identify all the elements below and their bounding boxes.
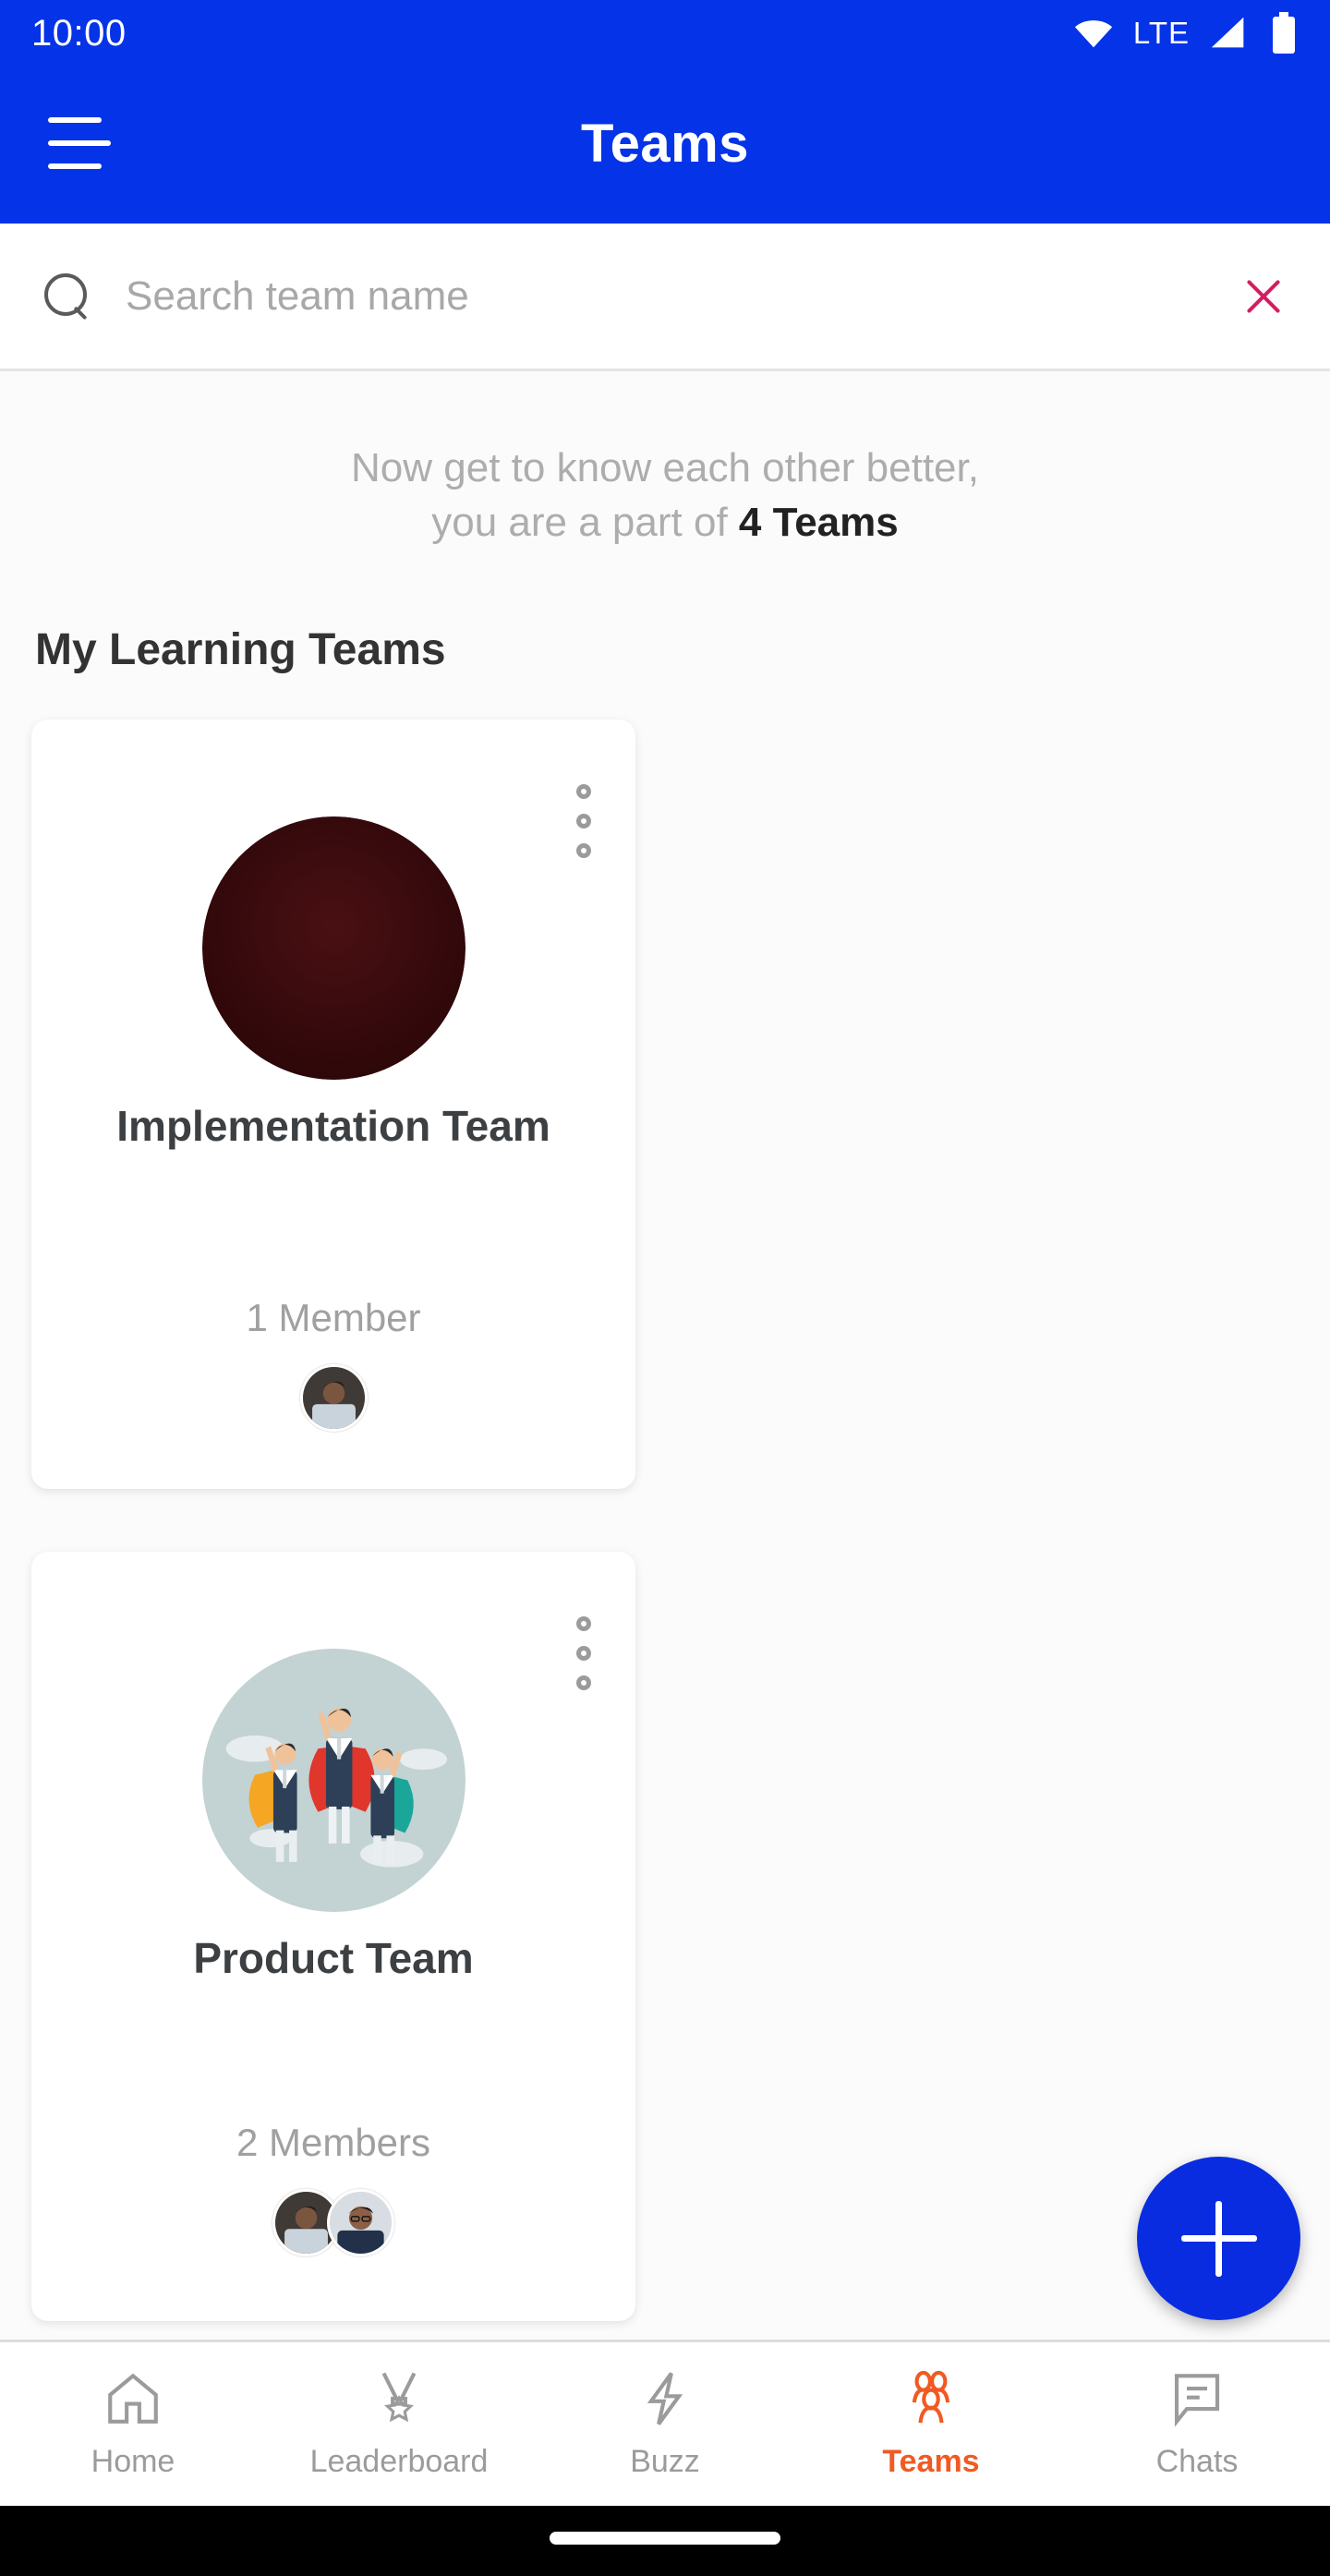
avatar [327,2188,394,2256]
team-members-block: 2 Members [31,2121,635,2314]
tagline-line-2-prefix: you are a part of [431,500,739,546]
medal-icon [381,2372,417,2423]
kebab-dot [576,1675,591,1690]
app-screen: 10:00 LTE Teams Search team name Now get… [0,0,1330,2576]
member-avatars[interactable] [31,2188,635,2256]
kebab-dot [576,842,591,858]
team-logo-image [201,816,466,1080]
kebab-dot [576,813,591,828]
close-icon[interactable] [1238,271,1289,322]
kebab-menu-icon[interactable] [576,1615,591,1690]
search-icon [41,271,92,322]
team-name: Product Team [193,1933,474,1982]
home-icon [108,2373,158,2424]
bottom-navigation: Home Leaderboard Buzz Teams Chats [0,2340,1330,2506]
team-card[interactable]: Implementation Team 1 Member [31,719,635,1489]
avatar-image [302,1366,365,1429]
teams-grid: Implementation Team 1 Member Product Tea… [0,719,1330,2340]
nav-item-chats[interactable]: Chats [1064,2368,1330,2480]
wifi-icon [1074,20,1113,48]
nav-item-buzz[interactable]: Buzz [532,2368,798,2480]
tagline: Now get to know each other better, you a… [0,441,1330,550]
nav-item-teams[interactable]: Teams [798,2368,1064,2480]
network-type-label: LTE [1132,16,1190,50]
lightning-icon [647,2372,683,2425]
battery-icon [1273,12,1295,54]
main-content: Now get to know each other better, you a… [0,374,1330,2340]
member-count: 1 Member [246,1295,421,1339]
people-icon [912,2370,950,2424]
app-bar: Teams [0,67,1330,224]
section-title: My Learning Teams [35,624,446,674]
chat-bubble-icon [1174,2374,1220,2427]
team-name: Implementation Team [116,1101,550,1150]
nav-item-leaderboard[interactable]: Leaderboard [266,2368,532,2480]
system-gesture-bar [0,2506,1330,2576]
status-indicators: LTE [1072,11,1299,55]
member-avatars[interactable] [31,1363,635,1432]
nav-item-home[interactable]: Home [0,2368,266,2480]
avatar-image [330,2191,392,2254]
cellular-signal-icon [1211,17,1244,48]
status-time: 10:00 [31,12,127,54]
page-title: Teams [581,114,749,174]
add-team-fab[interactable] [1137,2157,1300,2320]
kebab-dot [576,783,591,799]
maroon-circle-logo [201,816,466,1080]
member-count: 2 Members [236,2120,431,2164]
nav-label: Chats [1155,2444,1239,2479]
team-logo-image [201,1648,466,1912]
nav-label: Teams [882,2444,980,2479]
team-members-block: 1 Member [31,1296,635,1489]
team-card[interactable]: Product Team 2 Members [31,1551,635,2321]
kebab-menu-icon[interactable] [576,783,591,858]
nav-label: Home [91,2444,175,2479]
gesture-pill[interactable] [550,2532,780,2545]
nav-label: Leaderboard [309,2444,489,2479]
avatar [299,1363,368,1432]
kebab-dot [576,1615,591,1631]
search-input[interactable] [92,272,1238,320]
search-bar [0,224,1330,371]
kebab-dot [576,1645,591,1661]
nav-label: Buzz [630,2444,700,2479]
tagline-line-1: Now get to know each other better, [351,445,979,490]
team-count-value: 4 Teams [738,500,899,546]
superhero-team-illustration [201,1648,466,1912]
status-bar: 10:00 LTE [0,0,1330,67]
